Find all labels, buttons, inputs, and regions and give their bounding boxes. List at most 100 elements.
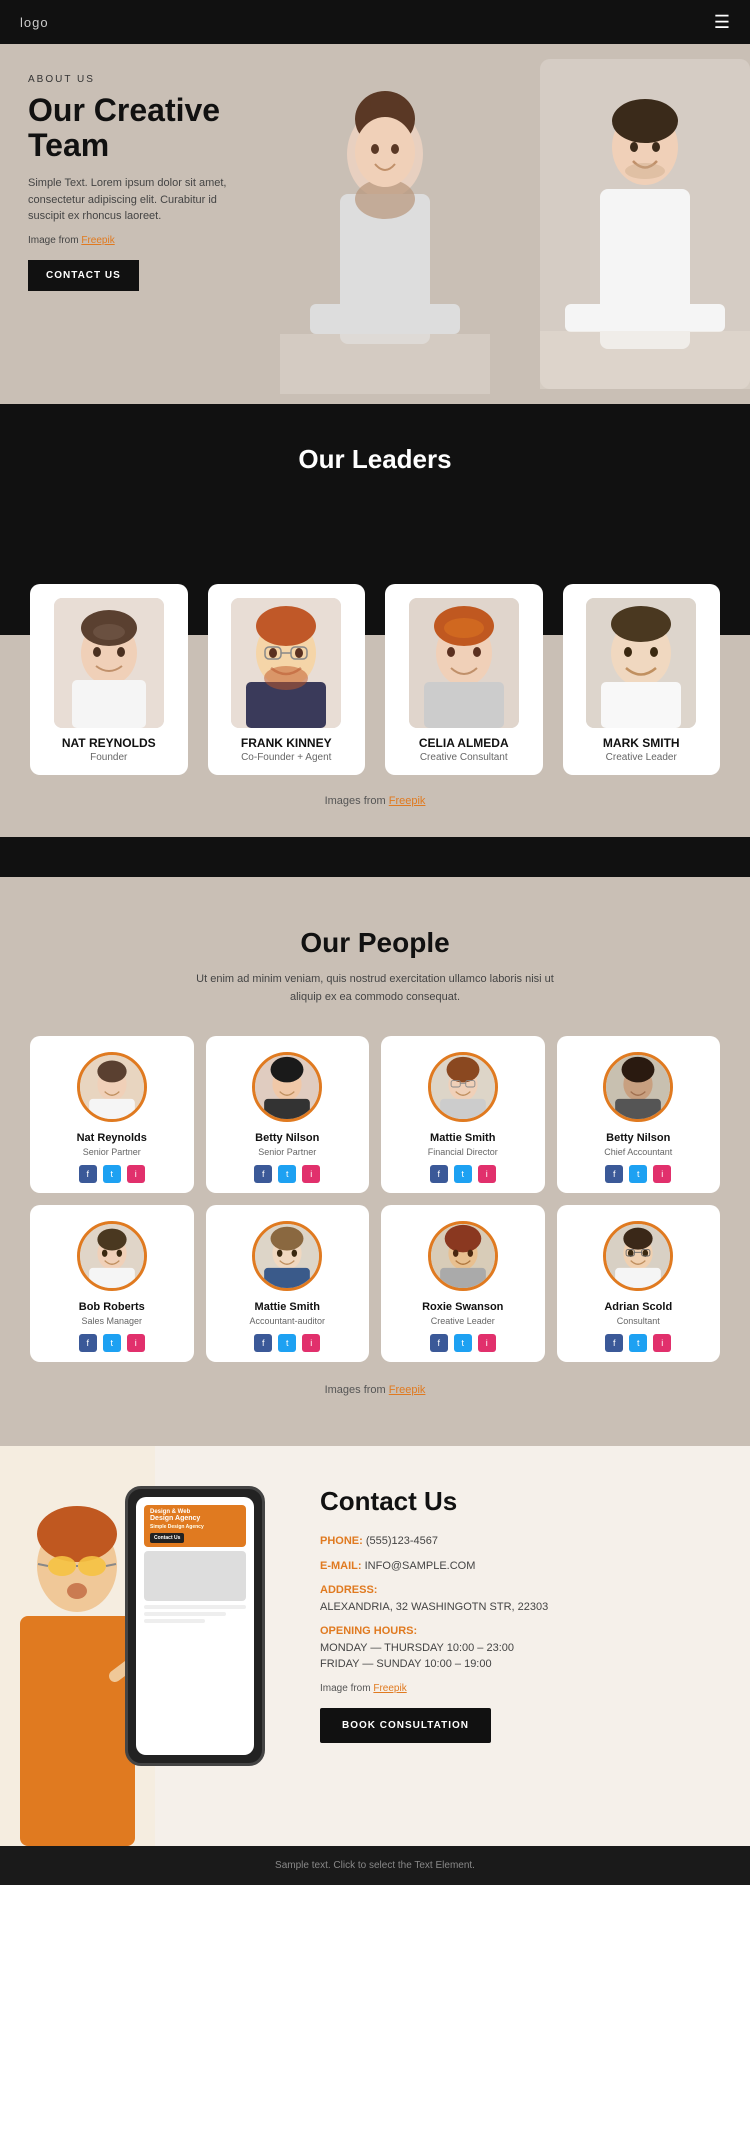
person-role-nat-reynolds: Senior Partner (38, 1147, 186, 1157)
leader-role-mark: Creative Leader (573, 752, 711, 763)
person-avatar-mattie-smith-2 (252, 1221, 322, 1291)
nav-logo: logo (20, 15, 49, 30)
instagram-icon[interactable]: i (478, 1334, 496, 1352)
facebook-icon[interactable]: f (605, 1334, 623, 1352)
twitter-icon[interactable]: t (629, 1334, 647, 1352)
contact-info: Contact Us PHONE: (555)123-4567 E-MAIL: … (310, 1446, 750, 1846)
person-role-betty-nilson-2: Chief Accountant (565, 1147, 713, 1157)
twitter-icon[interactable]: t (278, 1334, 296, 1352)
person-name-betty-nilson-1: Betty Nilson (214, 1132, 362, 1144)
twitter-icon[interactable]: t (454, 1334, 472, 1352)
leader-avatar-mark (586, 598, 696, 728)
phone-header-line2: Design Agency (150, 1515, 240, 1522)
person-photo-nat-reynolds (80, 1052, 144, 1122)
contact-section: Design & Web Design Agency Simple Design… (0, 1446, 750, 1846)
leader-card-frank: FRANK KINNEY Co-Founder + Agent (208, 584, 366, 775)
people-grid-row2: Bob Roberts Sales Manager f t i (30, 1205, 720, 1362)
person-photo-adrian-scold (606, 1221, 670, 1291)
facebook-icon[interactable]: f (430, 1334, 448, 1352)
leader-name-mark: MARK SMITH (573, 736, 711, 750)
instagram-icon[interactable]: i (302, 1165, 320, 1183)
instagram-icon[interactable]: i (127, 1165, 145, 1183)
facebook-icon[interactable]: f (254, 1165, 272, 1183)
instagram-icon[interactable]: i (478, 1165, 496, 1183)
instagram-icon[interactable]: i (653, 1334, 671, 1352)
person-social-betty-1: f t i (214, 1165, 362, 1183)
book-consultation-button[interactable]: BOOK CONSULTATION (320, 1708, 491, 1743)
leaders-cards-area: NAT REYNOLDS Founder (0, 495, 750, 775)
leader-photo-frank (231, 598, 341, 728)
person-photo-roxie-swanson (431, 1221, 495, 1291)
person-social-mattie-2: f t i (214, 1334, 362, 1352)
people-freepik-note: Images from Freepik (30, 1374, 720, 1416)
person-card-mattie-smith: Mattie Smith Financial Director f t i (381, 1036, 545, 1193)
person-avatar-nat-reynolds (77, 1052, 147, 1122)
leader-card-celia: CELIA ALMEDA Creative Consultant (385, 584, 543, 775)
leader-name-frank: FRANK KINNEY (218, 736, 356, 750)
person-avatar-bob-roberts (77, 1221, 147, 1291)
instagram-icon[interactable]: i (302, 1334, 320, 1352)
twitter-icon[interactable]: t (103, 1334, 121, 1352)
leader-avatar-celia (409, 598, 519, 728)
phone-inner: Design & Web Design Agency Simple Design… (136, 1497, 254, 1755)
leader-photo-celia (409, 598, 519, 728)
hero-description: Simple Text. Lorem ipsum dolor sit amet,… (28, 175, 228, 225)
twitter-icon[interactable]: t (103, 1165, 121, 1183)
person-photo-bob-roberts (80, 1221, 144, 1291)
facebook-icon[interactable]: f (79, 1334, 97, 1352)
facebook-icon[interactable]: f (254, 1334, 272, 1352)
facebook-icon[interactable]: f (79, 1165, 97, 1183)
leaders-title: Our Leaders (0, 444, 750, 475)
twitter-icon[interactable]: t (454, 1165, 472, 1183)
phone-text-line-2 (144, 1612, 226, 1616)
person-photo-mattie-smith (431, 1052, 495, 1122)
leader-card-nat: NAT REYNOLDS Founder (30, 584, 188, 775)
person-role-bob-roberts: Sales Manager (38, 1316, 186, 1326)
contact-freepik-note: Image from Freepik (320, 1683, 730, 1694)
facebook-icon[interactable]: f (605, 1165, 623, 1183)
twitter-icon[interactable]: t (278, 1165, 296, 1183)
leader-role-nat: Founder (40, 752, 178, 763)
person-name-nat-reynolds: Nat Reynolds (38, 1132, 186, 1144)
person-social-adrian: f t i (565, 1334, 713, 1352)
leader-avatar-frank (231, 598, 341, 728)
hamburger-menu-icon[interactable]: ☰ (714, 12, 730, 33)
person-photo-mattie-smith-2 (255, 1221, 319, 1291)
hero-section: ABOUT US Our Creative Team Simple Text. … (0, 44, 750, 404)
hero-about-label: ABOUT US (28, 74, 228, 85)
hero-images (230, 44, 750, 404)
instagram-icon[interactable]: i (127, 1334, 145, 1352)
person-card-betty-nilson-1: Betty Nilson Senior Partner f t i (206, 1036, 370, 1193)
person-card-bob-roberts: Bob Roberts Sales Manager f t i (30, 1205, 194, 1362)
contact-hours-line: OPENING HOURS: MONDAY — THURSDAY 10:00 –… (320, 1623, 730, 1673)
person-name-betty-nilson-2: Betty Nilson (565, 1132, 713, 1144)
phone-text-line-3 (144, 1619, 205, 1623)
footer-text: Sample text. Click to select the Text El… (275, 1860, 475, 1871)
leaders-freepik-note: Images from Freepik (0, 795, 750, 807)
person-role-mattie-smith-2: Accountant-auditor (214, 1316, 362, 1326)
leaders-section: Our Leaders NAT REYNOL (0, 404, 750, 877)
contact-us-button[interactable]: CONTACT US (28, 260, 139, 291)
hero-person-2-image (540, 59, 750, 389)
hero-person-1-image (280, 64, 490, 394)
twitter-icon[interactable]: t (629, 1165, 647, 1183)
contact-phone-mockup: Design & Web Design Agency Simple Design… (125, 1486, 265, 1766)
phone-contact-btn: Contact Us (150, 1533, 184, 1543)
navbar: logo ☰ (0, 0, 750, 44)
instagram-icon[interactable]: i (653, 1165, 671, 1183)
hero-title: Our Creative Team (28, 93, 228, 163)
facebook-icon[interactable]: f (430, 1165, 448, 1183)
person-social-nat-reynolds: f t i (38, 1165, 186, 1183)
people-section: Our People Ut enim ad minim veniam, quis… (0, 877, 750, 1446)
leader-photo-nat (54, 598, 164, 728)
leader-role-celia: Creative Consultant (395, 752, 533, 763)
leader-name-nat: NAT REYNOLDS (40, 736, 178, 750)
person-social-betty-2: f t i (565, 1165, 713, 1183)
person-social-roxie: f t i (389, 1334, 537, 1352)
person-name-roxie-swanson: Roxie Swanson (389, 1301, 537, 1313)
person-social-bob: f t i (38, 1334, 186, 1352)
person-avatar-roxie-swanson (428, 1221, 498, 1291)
person-photo-betty-nilson-1 (255, 1052, 319, 1122)
phone-text-line-1 (144, 1605, 246, 1609)
leader-avatar-nat (54, 598, 164, 728)
